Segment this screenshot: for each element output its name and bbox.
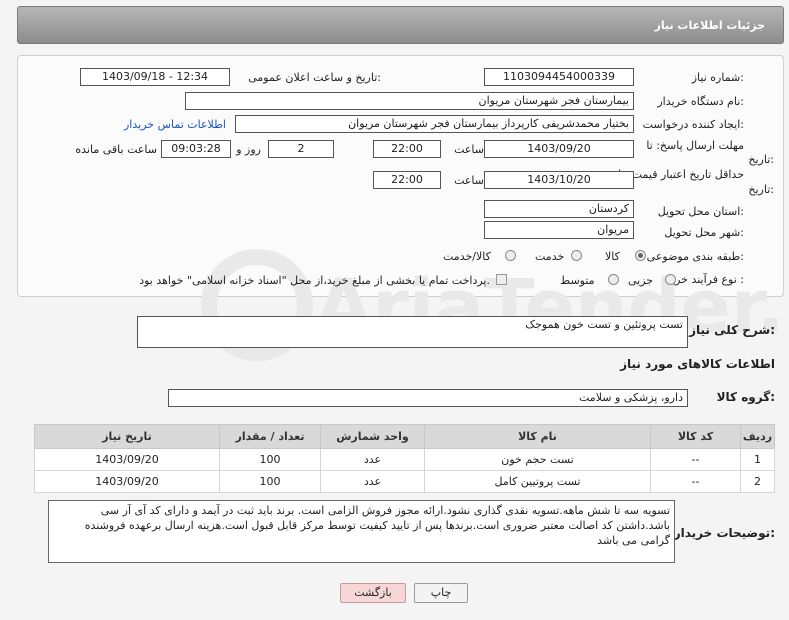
deadline-time-label: ساعت (454, 143, 484, 156)
page-header: جزئیات اطلاعات نیاز (17, 6, 784, 44)
creator-label: ایجاد کننده درخواست: (642, 118, 744, 131)
validity-time-field: 22:00 (373, 171, 441, 189)
col-date: تاریخ نیاز (34, 424, 220, 449)
summary-field: تست پروتئین و تست خون هموجک (137, 316, 688, 348)
goods-group-field: دارو، پزشکی و سلامت (168, 389, 688, 407)
deadline-label-line1: مهلت ارسال پاسخ: تا (646, 139, 744, 152)
back-button[interactable]: بازگشت (340, 583, 406, 603)
category-label: طبقه بندی موضوعی: (646, 250, 744, 263)
cell-code: -- (650, 448, 741, 471)
purchase-option-medium: متوسط (560, 274, 595, 287)
goods-table: ردیف کد کالا نام کالا واحد شمارش تعداد /… (34, 424, 775, 493)
remaining-time-field: 09:03:28 (161, 140, 231, 158)
cell-row: 2 (740, 470, 775, 493)
col-code: کد کالا (650, 424, 741, 449)
buyer-notes-field: تسویه سه تا شش ماهه.تسویه نقدی گذاری نشو… (48, 500, 675, 563)
province-label: استان محل تحویل: (657, 205, 744, 218)
print-button[interactable]: چاپ (414, 583, 468, 603)
announce-field: 1403/09/18 - 12:34 (80, 68, 230, 86)
category-radio-service[interactable] (571, 250, 582, 261)
cell-date: 1403/09/20 (34, 470, 220, 493)
cell-qty: 100 (219, 470, 321, 493)
need-number-label: شماره نیاز: (691, 71, 744, 84)
cell-name: تست پروتیین کامل (424, 470, 651, 493)
deadline-date-field: 1403/09/20 (484, 140, 634, 158)
goods-section-title: اطلاعات کالاهای مورد نیاز (620, 357, 775, 371)
remaining-time-label: ساعت باقی مانده (75, 143, 157, 156)
cell-name: تست حجم خون (424, 448, 651, 471)
treasury-payment-checkbox[interactable] (496, 274, 507, 285)
deadline-label-line2: تاریخ: (748, 153, 774, 166)
purchase-radio-minor[interactable] (665, 274, 676, 285)
goods-table-header: ردیف کد کالا نام کالا واحد شمارش تعداد /… (34, 424, 775, 449)
category-option-goods: کالا (605, 250, 620, 263)
city-label: شهر محل تحویل: (664, 226, 744, 239)
treasury-payment-note: پرداخت تمام یا بخشی از مبلغ خرید،از محل … (139, 274, 490, 287)
buyer-org-label: نام دستگاه خریدار: (657, 95, 744, 108)
days-field: 2 (268, 140, 334, 158)
purchase-option-minor: جزیی (628, 274, 654, 287)
contact-buyer-link[interactable]: اطلاعات تماس خریدار (124, 118, 226, 131)
need-number-field: 1103094454000339 (484, 68, 634, 86)
category-option-both: کالا/خدمت (443, 250, 491, 263)
category-radio-both[interactable] (505, 250, 516, 261)
purchase-type-label: نوع فرآیند خرید : (666, 273, 744, 286)
col-name: نام کالا (424, 424, 651, 449)
buyer-org-field: بیمارستان فجر شهرستان مریوان (185, 92, 634, 110)
purchase-radio-medium[interactable] (608, 274, 619, 285)
validity-label-line2: تاریخ: (748, 183, 774, 196)
city-field: مریوان (484, 221, 634, 239)
table-row: 2 -- تست پروتیین کامل عدد 100 1403/09/20 (34, 470, 775, 493)
buyer-notes-label: توضیحات خریدار: (673, 526, 775, 540)
goods-group-label: گروه کالا: (716, 390, 775, 404)
cell-row: 1 (740, 448, 775, 471)
validity-label-line1: حداقل تاریخ اعتبار قیمت: تا (618, 168, 744, 181)
col-unit: واحد شمارش (320, 424, 425, 449)
category-radio-goods[interactable] (635, 250, 646, 261)
summary-text: تست پروتئین و تست خون هموجک (525, 318, 683, 331)
days-label: روز و (236, 143, 261, 156)
cell-qty: 100 (219, 448, 321, 471)
cell-unit: عدد (320, 470, 425, 493)
cell-unit: عدد (320, 448, 425, 471)
validity-time-label: ساعت (454, 174, 484, 187)
summary-label: شرح کلی نیاز: (689, 323, 775, 337)
col-qty: تعداد / مقدار (219, 424, 321, 449)
creator-field: بختیار محمدشریفی کارپرداز بیمارستان فجر … (235, 115, 634, 133)
category-option-service: خدمت (535, 250, 565, 263)
province-field: کردستان (484, 200, 634, 218)
cell-code: -- (650, 470, 741, 493)
table-row: 1 -- تست حجم خون عدد 100 1403/09/20 (34, 448, 775, 471)
col-row: ردیف (740, 424, 775, 449)
cell-date: 1403/09/20 (34, 448, 220, 471)
validity-date-field: 1403/10/20 (484, 171, 634, 189)
announce-label: تاریخ و ساعت اعلان عمومی: (248, 71, 381, 84)
page-title: جزئیات اطلاعات نیاز (654, 19, 766, 32)
deadline-time-field: 22:00 (373, 140, 441, 158)
